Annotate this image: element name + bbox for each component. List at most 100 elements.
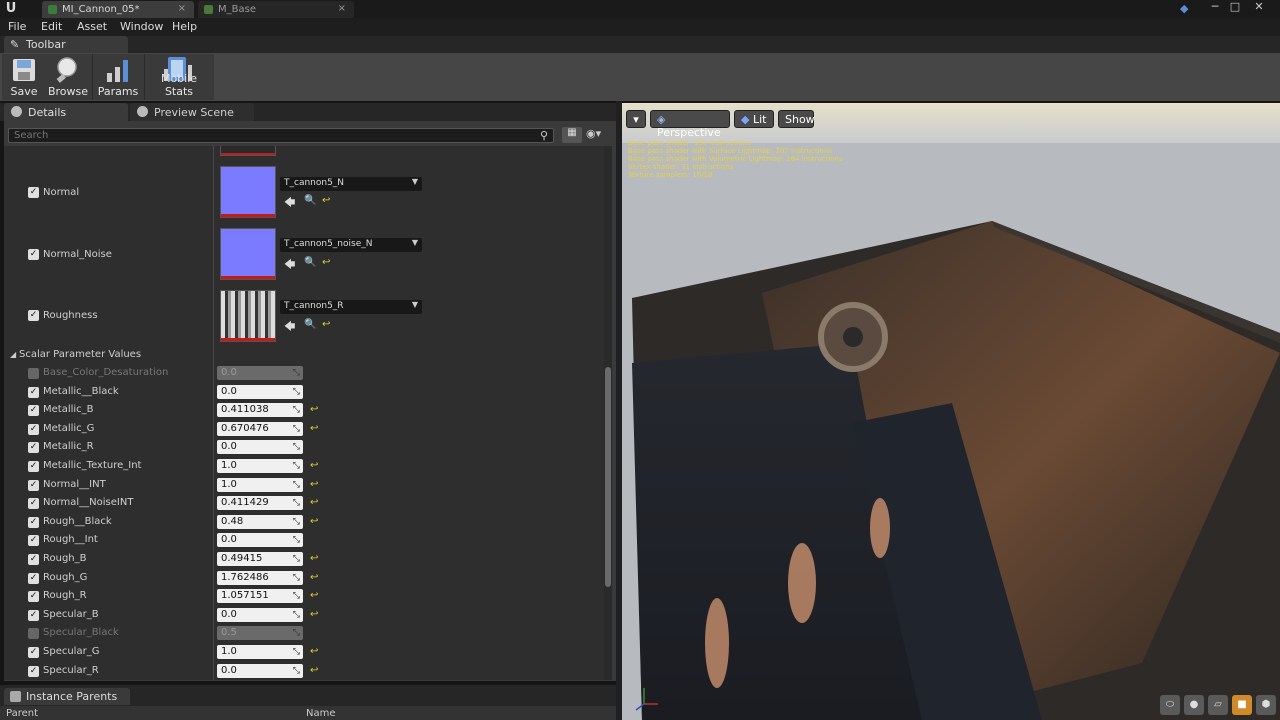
scalar-value-input[interactable]: 0.0 ⤡ xyxy=(217,385,303,399)
scalar-checkbox[interactable]: ✓ xyxy=(28,405,39,416)
scalar-checkbox[interactable]: ✓ xyxy=(28,647,39,658)
scalar-checkbox[interactable]: ✓ xyxy=(28,610,39,621)
scalar-value-input[interactable]: 1.057151 ⤡ xyxy=(217,589,303,603)
texture-select[interactable]: T_cannon5_R ▼ xyxy=(280,300,422,314)
use-selected-arrow-icon[interactable]: 🡄 xyxy=(284,194,295,213)
drag-handle-icon[interactable]: ⤡ xyxy=(293,608,300,622)
drag-handle-icon[interactable]: ⤡ xyxy=(293,626,300,640)
scalar-value-input[interactable]: 0.49415 ⤡ xyxy=(217,552,303,566)
use-selected-arrow-icon[interactable]: 🡄 xyxy=(284,318,295,337)
mobile-stats-button[interactable]: Mobile Stats xyxy=(148,54,210,100)
drag-handle-icon[interactable]: ⤡ xyxy=(293,664,300,678)
scalar-value-input[interactable]: 1.0 ⤡ xyxy=(217,459,303,473)
drag-handle-icon[interactable]: ⤡ xyxy=(293,552,300,566)
texture-select[interactable]: T_cannon5_noise_N ▼ xyxy=(280,238,422,252)
drag-handle-icon[interactable]: ⤡ xyxy=(293,478,300,492)
reset-to-default-icon[interactable]: ↩ xyxy=(310,497,318,508)
browse-asset-icon[interactable]: 🔍 xyxy=(304,257,316,268)
preview-cylinder-button[interactable]: ⬭ xyxy=(1160,695,1180,715)
tab-details[interactable]: Details xyxy=(4,103,128,121)
scalar-checkbox[interactable]: ✓ xyxy=(28,554,39,565)
texture-select[interactable]: T_cannon5_N ▼ xyxy=(280,177,422,191)
drag-handle-icon[interactable]: ⤡ xyxy=(293,496,300,510)
column-divider[interactable] xyxy=(213,146,214,680)
drag-handle-icon[interactable]: ⤡ xyxy=(293,571,300,585)
params-button[interactable]: Params xyxy=(96,54,140,100)
reset-to-default-icon[interactable]: ↩ xyxy=(310,516,318,527)
scalar-checkbox[interactable]: ✓ xyxy=(28,535,39,546)
drag-handle-icon[interactable]: ⤡ xyxy=(293,589,300,603)
texture-thumbnail[interactable] xyxy=(220,290,276,342)
viewport-options-button[interactable]: ▾ xyxy=(626,110,646,128)
collapse-arrow-icon[interactable]: ◢ xyxy=(10,350,16,359)
scalar-value-input[interactable]: 0.0 ⤡ xyxy=(217,533,303,547)
texture-thumbnail[interactable] xyxy=(220,166,276,218)
scalar-checkbox[interactable]: ✓ xyxy=(28,591,39,602)
close-window-button[interactable]: ✕ xyxy=(1246,0,1272,14)
menu-help[interactable]: Help xyxy=(172,20,197,33)
scalar-value-input[interactable]: 0.0 ⤡ xyxy=(217,664,303,678)
reset-to-default-icon[interactable]: ↩ xyxy=(322,319,330,330)
scalar-checkbox[interactable]: ✓ xyxy=(28,461,39,472)
browse-asset-icon[interactable]: 🔍 xyxy=(304,195,316,206)
scrollbar-thumb[interactable] xyxy=(605,367,611,587)
scalar-checkbox[interactable]: ✓ xyxy=(28,517,39,528)
preview-cube-button[interactable]: ■ xyxy=(1232,695,1252,715)
menu-edit[interactable]: Edit xyxy=(41,20,62,33)
save-button[interactable]: Save xyxy=(4,54,44,100)
texture-thumbnail[interactable] xyxy=(220,228,276,280)
scalar-value-input[interactable]: 0.0 ⤡ xyxy=(217,608,303,622)
scalar-value-input[interactable]: 0.0 ⤡ xyxy=(217,366,303,380)
scalar-checkbox[interactable]: ✓ xyxy=(28,480,39,491)
menu-file[interactable]: File xyxy=(8,20,26,33)
browse-button[interactable]: Browse xyxy=(46,54,90,100)
scalar-value-input[interactable]: 0.0 ⤡ xyxy=(217,440,303,454)
close-icon[interactable]: × xyxy=(178,3,186,14)
drag-handle-icon[interactable]: ⤡ xyxy=(293,366,300,380)
preview-sphere-button[interactable]: ● xyxy=(1184,695,1204,715)
viewport[interactable] xyxy=(622,103,1280,720)
tab-m-base[interactable]: M_Base × xyxy=(198,1,354,18)
menu-window[interactable]: Window xyxy=(120,20,163,33)
reset-to-default-icon[interactable]: ↩ xyxy=(310,460,318,471)
scalar-checkbox[interactable]: ✓ xyxy=(28,498,39,509)
scalar-value-input[interactable]: 0.48 ⤡ xyxy=(217,515,303,529)
reset-to-default-icon[interactable]: ↩ xyxy=(310,572,318,583)
drag-handle-icon[interactable]: ⤡ xyxy=(293,403,300,417)
scalar-value-input[interactable]: 0.670476 ⤡ xyxy=(217,422,303,436)
property-matrix-button[interactable]: ▦ xyxy=(562,127,582,143)
drag-handle-icon[interactable]: ⤡ xyxy=(293,533,300,547)
tab-preview-scene-set[interactable]: Preview Scene Set xyxy=(130,103,254,132)
minimize-button[interactable]: ─ xyxy=(1206,0,1224,14)
reset-to-default-icon[interactable]: ↩ xyxy=(310,590,318,601)
normal-noise-checkbox[interactable]: ✓ xyxy=(28,249,39,260)
column-parent[interactable]: Parent xyxy=(6,708,38,719)
perspective-button[interactable]: ◈ Perspective xyxy=(650,110,730,139)
scalar-section-header[interactable]: Scalar Parameter Values xyxy=(19,349,141,360)
drag-handle-icon[interactable]: ⤡ xyxy=(293,459,300,473)
reset-to-default-icon[interactable]: ↩ xyxy=(310,646,318,657)
scalar-checkbox[interactable]: ✓ xyxy=(28,387,39,398)
reset-to-default-icon[interactable]: ↩ xyxy=(310,423,318,434)
drag-handle-icon[interactable]: ⤡ xyxy=(293,385,300,399)
scalar-checkbox[interactable]: ✓ xyxy=(28,666,39,677)
roughness-checkbox[interactable]: ✓ xyxy=(28,310,39,321)
scalar-value-input[interactable]: 1.0 ⤡ xyxy=(217,645,303,659)
scalar-checkbox[interactable]: ✓ xyxy=(28,442,39,453)
reset-to-default-icon[interactable]: ↩ xyxy=(322,195,330,206)
reset-to-default-icon[interactable]: ↩ xyxy=(310,404,318,415)
scalar-value-input[interactable]: 0.5 ⤡ xyxy=(217,626,303,640)
search-input[interactable]: Search xyxy=(8,128,554,143)
browse-asset-icon[interactable]: 🔍 xyxy=(304,319,316,330)
show-button[interactable]: Show xyxy=(778,110,815,128)
scalar-value-input[interactable]: 0.411038 ⤡ xyxy=(217,403,303,417)
drag-handle-icon[interactable]: ⤡ xyxy=(293,422,300,436)
maximize-button[interactable]: □ xyxy=(1226,0,1244,14)
tab-mi-cannon[interactable]: MI_Cannon_05* × xyxy=(42,1,194,18)
reset-to-default-icon[interactable]: ↩ xyxy=(310,479,318,490)
reset-to-default-icon[interactable]: ↩ xyxy=(310,553,318,564)
menu-asset[interactable]: Asset xyxy=(77,20,107,33)
close-icon[interactable]: × xyxy=(338,3,346,14)
scalar-value-input[interactable]: 1.0 ⤡ xyxy=(217,478,303,492)
scalar-value-input[interactable]: 0.411429 ⤡ xyxy=(217,496,303,510)
